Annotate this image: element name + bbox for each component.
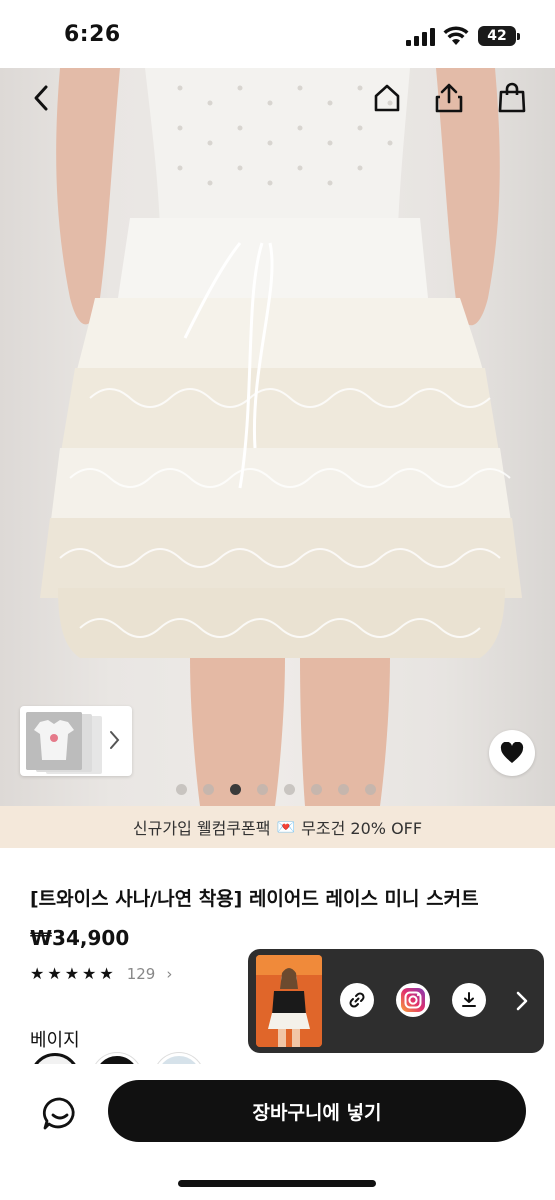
product-image-gallery[interactable] [0, 68, 555, 806]
gallery-dot[interactable] [203, 784, 214, 795]
gallery-dot[interactable] [230, 784, 241, 795]
wishlist-button[interactable] [489, 730, 535, 776]
gallery-dot[interactable] [257, 784, 268, 795]
chat-button[interactable] [40, 1094, 80, 1134]
status-time: 6:26 [64, 22, 121, 47]
cart-bag-button[interactable] [494, 80, 530, 116]
gallery-dot[interactable] [338, 784, 349, 795]
promo-banner[interactable]: 신규가입 웰컴쿠폰팩 💌 무조건 20% OFF [0, 806, 555, 848]
gallery-dot[interactable] [284, 784, 295, 795]
share-icon [435, 83, 463, 113]
related-product-thumbnail[interactable] [20, 706, 132, 776]
chevron-right-icon: › [166, 964, 173, 983]
video-popup[interactable] [248, 949, 544, 1053]
thumbnail-image [26, 712, 82, 770]
chevron-right-icon[interactable] [512, 987, 532, 1015]
product-title: [트와이스 사나/나연 착용] 레이어드 레이스 미니 스커트 [30, 888, 479, 910]
gallery-dot[interactable] [311, 784, 322, 795]
download-icon [462, 992, 476, 1007]
video-thumbnail[interactable] [256, 955, 322, 1047]
gallery-dot[interactable] [176, 784, 187, 795]
cellular-signal-icon [406, 28, 436, 46]
back-button[interactable] [24, 80, 60, 116]
rating-summary[interactable]: ★ ★ ★ ★ ★ 129 › [30, 964, 172, 983]
shopping-bag-icon [498, 82, 526, 113]
product-photo [40, 68, 522, 806]
home-indicator [178, 1180, 376, 1187]
star-icon: ★ [30, 964, 45, 983]
review-count: 129 [126, 964, 156, 983]
status-bar: 6:26 42 [0, 0, 555, 68]
instagram-button[interactable] [396, 983, 430, 1017]
chevron-right-icon [110, 731, 120, 749]
link-icon [349, 992, 365, 1008]
promo-highlight: 무조건 20% OFF [301, 819, 423, 838]
product-price: ₩34,900 [30, 926, 130, 950]
heart-icon [500, 742, 524, 763]
add-to-cart-button[interactable]: 장바구니에 넣기 [108, 1080, 526, 1142]
copy-link-button[interactable] [340, 983, 374, 1017]
gallery-pagination [176, 784, 376, 796]
download-button[interactable] [452, 983, 486, 1017]
wifi-icon [443, 26, 469, 45]
promo-text: 신규가입 웰컴쿠폰팩 [132, 819, 271, 838]
star-icon: ★ [47, 964, 62, 983]
chevron-left-icon [34, 85, 48, 111]
color-option-label: 베이지 [30, 1030, 80, 1051]
home-button[interactable] [369, 80, 405, 116]
love-letter-icon: 💌 [276, 818, 296, 836]
star-icon: ★ [99, 964, 114, 983]
bottom-action-bar: 장바구니에 넣기 [0, 1064, 555, 1200]
star-icon: ★ [82, 964, 97, 983]
battery-indicator: 42 [478, 26, 520, 46]
instagram-icon [401, 988, 425, 1012]
chat-icon [42, 1097, 75, 1130]
home-icon [374, 84, 400, 112]
share-button[interactable] [431, 80, 467, 116]
gallery-dot[interactable] [365, 784, 376, 795]
star-icon: ★ [64, 964, 80, 983]
